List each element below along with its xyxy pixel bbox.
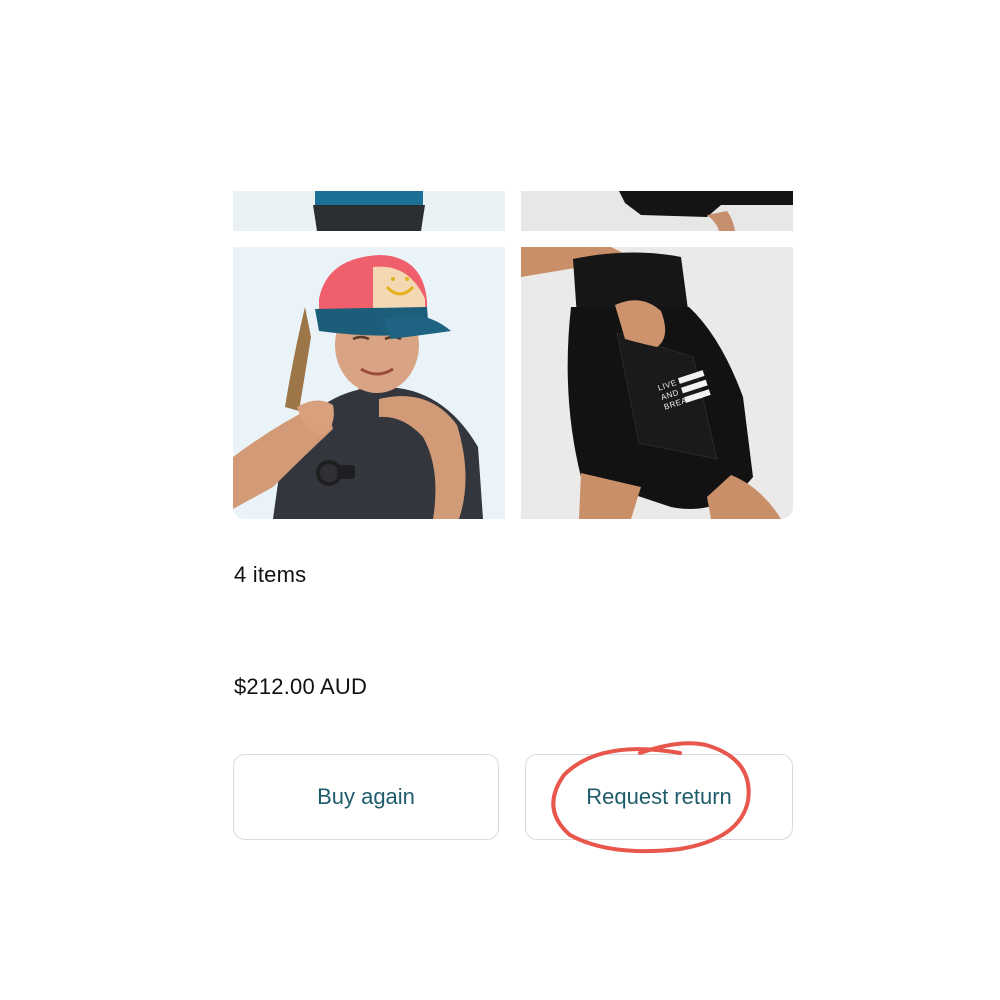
shorts-model-image: LIVE AND BREATHE xyxy=(521,247,793,519)
request-return-label: Request return xyxy=(586,784,732,809)
request-return-button[interactable]: Request return xyxy=(525,754,793,840)
shirt-image xyxy=(233,191,505,231)
cap-model-image xyxy=(233,247,505,519)
product-image-shorts-cropped[interactable] xyxy=(521,191,793,231)
buy-again-button[interactable]: Buy again xyxy=(233,754,499,840)
item-count: 4 items xyxy=(234,562,307,587)
shorts-back-image xyxy=(521,191,793,231)
order-total: $212.00 AUD xyxy=(234,674,368,699)
product-image-shirt-cropped[interactable] xyxy=(233,191,505,231)
buy-again-label: Buy again xyxy=(317,784,415,809)
product-image-cap[interactable] xyxy=(233,247,505,519)
product-image-shorts[interactable]: LIVE AND BREATHE xyxy=(521,247,793,519)
